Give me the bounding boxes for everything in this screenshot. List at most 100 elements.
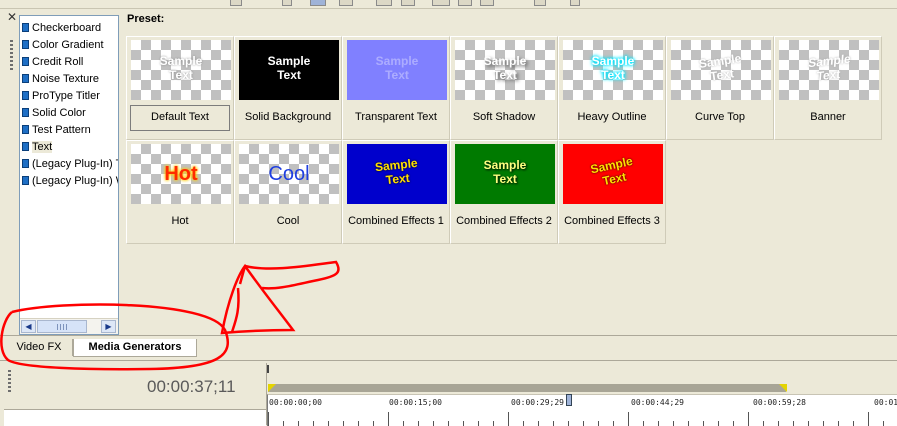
- preset-item[interactable]: Sample Text Transparent Text: [342, 36, 450, 140]
- scroll-right-icon[interactable]: ▶: [101, 320, 116, 333]
- preset-label: Banner: [810, 111, 846, 123]
- tree-item[interactable]: Text: [22, 138, 53, 155]
- preset-item[interactable]: Sample Text Soft Shadow: [450, 36, 558, 140]
- tree-item[interactable]: Credit Roll: [22, 53, 83, 70]
- ruler-tick: [553, 421, 554, 426]
- tree-item[interactable]: Solid Color: [22, 104, 86, 121]
- timeline-grip-icon[interactable]: [8, 370, 11, 394]
- toolbar-button[interactable]: [401, 0, 415, 6]
- toolbar-button[interactable]: [480, 0, 494, 6]
- toolbar-button[interactable]: [458, 0, 472, 6]
- close-icon[interactable]: ✕: [6, 11, 18, 23]
- preset-item[interactable]: Hot Hot: [126, 140, 234, 244]
- tree-item[interactable]: (Legacy Plug-In) W: [22, 172, 119, 189]
- ruler-tick: [493, 421, 494, 426]
- generator-icon: [22, 125, 29, 134]
- generator-icon: [22, 142, 29, 151]
- toolbar-button[interactable]: [376, 0, 392, 6]
- preset-thumbnail: Sample Text: [563, 40, 663, 100]
- dock-grip-icon[interactable]: [10, 40, 13, 72]
- ruler-tick: [718, 421, 719, 426]
- tree-item[interactable]: (Legacy Plug-In) T: [22, 155, 119, 172]
- time-ruler[interactable]: 00:00:00;00 00:00:15;00 00:00:29;29 00:00:4…: [267, 394, 897, 426]
- preset-item[interactable]: Sample Text Curve Top: [666, 36, 774, 140]
- ruler-label: 00:01: [874, 398, 897, 407]
- ruler-tick: [688, 421, 689, 426]
- generator-icon: [22, 176, 29, 185]
- ruler-tick: [313, 421, 314, 426]
- preset-label: Solid Background: [244, 111, 332, 123]
- preset-item[interactable]: Sample Text Combined Effects 1: [342, 140, 450, 244]
- preset-item[interactable]: Sample Text Combined Effects 2: [450, 140, 558, 244]
- tree-item-label: Color Gradient: [32, 39, 104, 51]
- preset-thumbnail: Hot: [131, 144, 231, 204]
- tree-item-label: (Legacy Plug-In) T: [32, 158, 119, 170]
- preset-thumbnail: Sample Text: [239, 40, 339, 100]
- preset-item[interactable]: Sample Text Solid Background: [234, 36, 342, 140]
- preset-item[interactable]: Sample Text Heavy Outline: [558, 36, 666, 140]
- toolbar-button[interactable]: [339, 0, 353, 6]
- ruler-label: 00:00:00;00: [269, 398, 322, 407]
- loop-region-bar[interactable]: [268, 384, 786, 392]
- preset-item[interactable]: Sample Text Banner: [774, 36, 882, 140]
- preset-label: Curve Top: [695, 111, 745, 123]
- ruler-tick: [748, 412, 749, 426]
- ruler-tick: [523, 421, 524, 426]
- tree-item-label: Text: [32, 141, 53, 153]
- cursor-marker: [267, 365, 269, 373]
- tree-item-label: Noise Texture: [32, 73, 100, 85]
- preset-label: Combined Effects 2: [456, 215, 552, 227]
- toolbar-button[interactable]: [282, 0, 292, 6]
- preset-sample-text: Sample Text: [807, 51, 852, 84]
- toolbar-button[interactable]: [230, 0, 242, 6]
- ruler-tick: [298, 421, 299, 426]
- tree-item[interactable]: Test Pattern: [22, 121, 91, 138]
- ruler-tick: [628, 412, 629, 426]
- preset-item[interactable]: Sample Text Default Text: [126, 36, 234, 140]
- toolbar-button[interactable]: [534, 0, 546, 6]
- ruler-tick: [373, 421, 374, 426]
- playhead-handle[interactable]: [566, 394, 572, 406]
- tree-horizontal-scrollbar[interactable]: ◀ ▶: [20, 318, 118, 334]
- preset-sample-text: Sample Text: [697, 51, 743, 84]
- ruler-label: 00:00:29;29: [511, 398, 564, 407]
- preset-label: Soft Shadow: [472, 111, 536, 123]
- ruler-tick: [838, 421, 839, 426]
- ruler-tick: [808, 421, 809, 426]
- track-header-area: [4, 409, 266, 426]
- generator-icon: [22, 57, 29, 66]
- preset-item[interactable]: Cool Cool: [234, 140, 342, 244]
- loop-start-marker[interactable]: [268, 384, 276, 392]
- ruler-tick: [478, 421, 479, 426]
- ruler-tick: [433, 421, 434, 426]
- toolbar-button[interactable]: [570, 0, 580, 6]
- preset-item[interactable]: Sample Text Combined Effects 3: [558, 140, 666, 244]
- preset-label: Combined Effects 1: [348, 215, 444, 227]
- tree-item-label: Credit Roll: [32, 56, 84, 68]
- tab-video-fx[interactable]: Video FX: [6, 339, 73, 356]
- ruler-label: 00:00:59;28: [753, 398, 806, 407]
- ruler-tick: [673, 421, 674, 426]
- toolbar-button[interactable]: [310, 0, 326, 6]
- preset-sample-text: Sample Text: [589, 153, 634, 189]
- toolbar-button[interactable]: [432, 0, 450, 6]
- generator-icon: [22, 23, 29, 32]
- ruler-tick: [598, 421, 599, 426]
- scroll-left-icon[interactable]: ◀: [21, 320, 36, 333]
- scroll-thumb[interactable]: [37, 320, 87, 333]
- preset-sample-text: Cool: [268, 163, 310, 185]
- preset-sample-text: Hot: [164, 163, 198, 185]
- ruler-tick: [508, 412, 509, 426]
- tree-item[interactable]: Color Gradient: [22, 36, 104, 53]
- preset-thumbnail: Sample Text: [779, 40, 879, 100]
- tree-item-label: (Legacy Plug-In) W: [32, 175, 119, 187]
- ruler-tick: [463, 421, 464, 426]
- preset-label: Transparent Text: [355, 111, 437, 123]
- tree-item[interactable]: Noise Texture: [22, 70, 99, 87]
- tree-item[interactable]: ProType Titler: [22, 87, 100, 104]
- ruler-tick: [703, 421, 704, 426]
- tab-media-generators[interactable]: Media Generators: [73, 339, 197, 357]
- tree-item[interactable]: Checkerboard: [22, 19, 101, 36]
- loop-end-marker[interactable]: [779, 384, 787, 392]
- ruler-tick: [448, 421, 449, 426]
